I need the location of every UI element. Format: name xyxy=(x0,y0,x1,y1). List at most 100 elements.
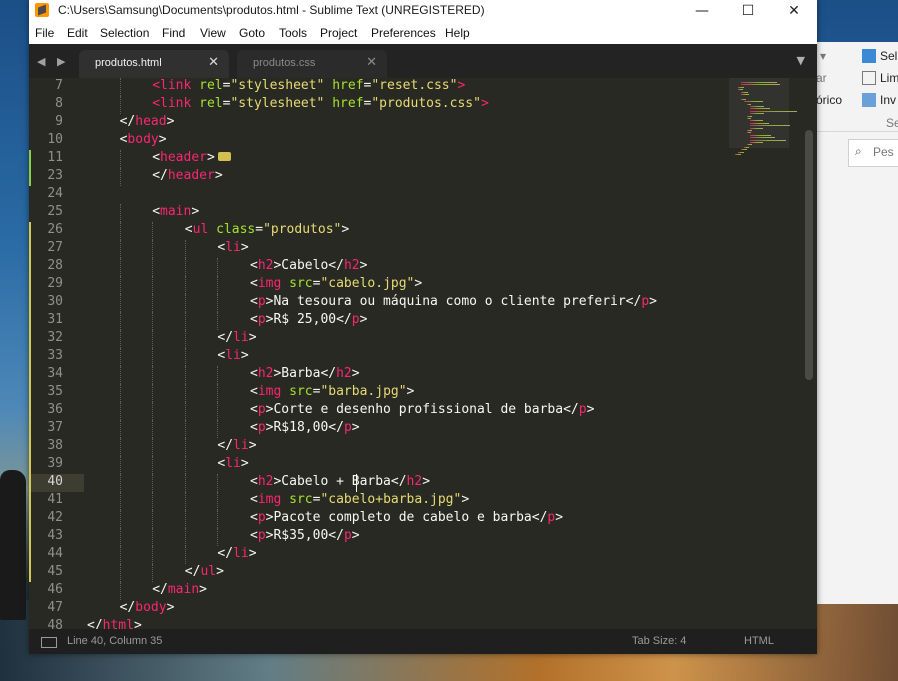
code-line[interactable]: <main> xyxy=(152,204,199,219)
code-line[interactable]: <link rel="stylesheet" href="reset.css"> xyxy=(152,78,465,93)
menu-tools[interactable]: Tools xyxy=(279,26,307,40)
code-token: > xyxy=(359,312,368,327)
indent-guide xyxy=(119,96,121,114)
code-token: < xyxy=(250,384,258,399)
code-line[interactable]: </li> xyxy=(217,330,256,345)
code-editor[interactable]: 7 8 9 10 11 23 24 25 26 27 28 29 30 31 32 33 34 35 36 37 38 3… xyxy=(29,78,817,629)
code-line[interactable]: </body> xyxy=(120,600,175,615)
code-token: < xyxy=(152,204,161,219)
code-line[interactable]: <body> xyxy=(120,132,167,147)
vertical-scrollbar[interactable] xyxy=(805,130,813,380)
code-token: > xyxy=(461,492,470,507)
code-line[interactable]: <img src="barba.jpg"> xyxy=(250,384,414,399)
menu-preferences[interactable]: Preferences xyxy=(371,26,436,40)
code-line[interactable]: <p>Na tesoura ou máquina como o cliente … xyxy=(250,294,657,309)
close-button[interactable]: ✕ xyxy=(771,0,817,22)
line-number: 44 xyxy=(47,546,63,561)
panel-toggle-icon[interactable] xyxy=(41,637,57,648)
code-line[interactable]: </head> xyxy=(120,114,175,129)
indent-guide xyxy=(152,402,154,420)
code-line[interactable]: <p>Pacote completo de cabelo e barba</p> xyxy=(250,510,563,525)
modified-line-marker xyxy=(29,276,31,294)
code-line[interactable]: <li> xyxy=(217,348,248,363)
code-token: head xyxy=(135,114,167,129)
code-line[interactable]: <h2>Cabelo + Barba</h2> xyxy=(250,474,430,489)
title-bar[interactable]: C:\Users\Samsung\Documents\produtos.html… xyxy=(29,0,817,22)
folded-region-icon[interactable] xyxy=(217,152,231,161)
code-token: "cabelo.jpg" xyxy=(320,276,415,291)
minimap[interactable] xyxy=(729,78,801,198)
code-line[interactable]: <img src="cabelo.jpg"> xyxy=(250,276,422,291)
code-line[interactable]: </html> xyxy=(87,618,142,629)
code-line[interactable]: <p>R$18,00</p> xyxy=(250,420,360,435)
code-token: < xyxy=(184,222,193,237)
code-line[interactable]: <ul class="produtos"> xyxy=(185,222,349,237)
search-box[interactable]: ⌕ Pes xyxy=(848,139,898,167)
tab-dropdown-icon[interactable]: ▼ xyxy=(797,54,805,67)
indent-guide xyxy=(184,258,186,276)
tab-size-indicator[interactable]: Tab Size: 4 xyxy=(632,635,686,647)
ribbon-select-none[interactable]: Lim xyxy=(880,71,898,85)
modified-line-marker xyxy=(29,348,31,366)
code-token: > xyxy=(216,564,224,579)
indent-guide xyxy=(152,564,154,582)
file-explorer-window-behind[interactable]: ir ▾ car córico Sel Lim Inv Se ⌕ Pes xyxy=(810,42,898,604)
indent-guide xyxy=(152,222,154,240)
code-line[interactable]: <li> xyxy=(217,240,248,255)
menu-project[interactable]: Project xyxy=(320,26,357,40)
code-line[interactable]: <h2>Barba</h2> xyxy=(250,366,360,381)
code-line[interactable]: <p>R$35,00</p> xyxy=(250,528,360,543)
code-line[interactable]: <link rel="stylesheet" href="produtos.cs… xyxy=(152,96,489,111)
code-line[interactable]: <header> xyxy=(152,150,231,165)
indent-guide xyxy=(217,258,219,276)
code-token: html xyxy=(102,618,134,629)
menu-selection[interactable]: Selection xyxy=(100,26,149,40)
code-line[interactable]: <p>R$ 25,00</p> xyxy=(250,312,367,327)
code-line[interactable]: <img src="cabelo+barba.jpg"> xyxy=(250,492,469,507)
code-line[interactable]: <li> xyxy=(217,456,248,471)
code-token: < xyxy=(250,420,258,435)
line-number: 45 xyxy=(47,564,63,579)
indent-guide xyxy=(152,294,154,312)
code-token: li xyxy=(233,546,249,561)
indent-guide xyxy=(119,294,121,312)
line-number: 33 xyxy=(47,348,63,363)
line-number: 42 xyxy=(47,510,63,525)
menu-edit[interactable]: Edit xyxy=(67,26,88,40)
code-line[interactable]: </li> xyxy=(217,546,256,561)
line-number: 25 xyxy=(47,204,63,219)
code-token: > xyxy=(457,78,466,93)
code-line[interactable]: </main> xyxy=(152,582,207,597)
code-line[interactable]: </header> xyxy=(152,168,222,183)
line-number: 29 xyxy=(47,276,63,291)
code-line[interactable]: <p>Corte e desenho profissional de barba… xyxy=(250,402,594,417)
sublime-text-icon xyxy=(35,3,49,17)
code-token: > xyxy=(480,96,489,111)
indent-guide xyxy=(119,402,121,420)
code-line[interactable]: </li> xyxy=(217,438,256,453)
menu-help[interactable]: Help xyxy=(445,26,470,40)
maximize-button[interactable]: ☐ xyxy=(725,0,771,22)
tab-close-icon[interactable]: ✕ xyxy=(366,55,377,70)
ribbon-select-all[interactable]: Sel xyxy=(880,49,897,63)
minimap-line xyxy=(747,130,752,131)
menu-view[interactable]: View xyxy=(200,26,226,40)
code-line[interactable]: </ul> xyxy=(185,564,224,579)
code-token: < xyxy=(152,150,161,165)
tab-close-icon[interactable]: ✕ xyxy=(208,55,219,70)
syntax-indicator[interactable]: HTML xyxy=(744,635,774,647)
tab-navigation-arrows[interactable]: ◀ ▶ xyxy=(37,55,69,68)
code-line[interactable]: <h2>Cabelo</h2> xyxy=(250,258,367,273)
tab-produtos-html[interactable]: produtos.html ✕ xyxy=(79,50,229,78)
indent-guide xyxy=(152,420,154,438)
ribbon-invert-selection[interactable]: Inv xyxy=(880,93,896,107)
tab-produtos-css[interactable]: produtos.css ✕ xyxy=(237,50,387,78)
menu-file[interactable]: File xyxy=(35,26,54,40)
code-token: > xyxy=(158,132,167,147)
minimize-button[interactable]: — xyxy=(679,0,725,22)
code-token: href xyxy=(332,96,364,111)
menu-goto[interactable]: Goto xyxy=(239,26,265,40)
menu-find[interactable]: Find xyxy=(162,26,185,40)
code-token: p xyxy=(257,528,266,543)
